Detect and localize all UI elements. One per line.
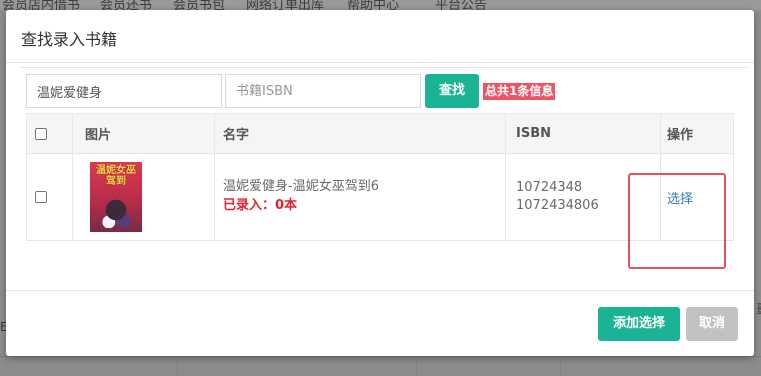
select-all-checkbox[interactable] xyxy=(35,127,47,140)
select-all-cell xyxy=(26,113,73,154)
bg-nav-item: 平台公告 xyxy=(435,0,488,10)
col-image: 图片 xyxy=(72,113,215,154)
image-cell: 温妮女巫驾到 xyxy=(72,153,215,241)
recorded-count: 已录入：0本 xyxy=(223,198,298,213)
col-isbn: ISBN xyxy=(505,113,661,154)
bg-nav-item: 会员还书 xyxy=(100,0,153,10)
find-button[interactable]: 查找 xyxy=(425,74,479,108)
book-name-input[interactable] xyxy=(26,74,222,108)
book-cover-image: 温妮女巫驾到 xyxy=(90,162,142,232)
bg-nav-item: 网络订单出库 xyxy=(246,0,325,10)
cover-illustration xyxy=(98,198,134,228)
bg-nav-item: 会员店内借书 xyxy=(2,0,81,10)
bg-nav-item: 会员书包 xyxy=(173,0,226,10)
bg-nav-item: 帮助中心 xyxy=(347,0,400,10)
col-action: 操作 xyxy=(660,113,734,154)
background-nav: 会员店内借书 会员还书 会员书包 网络订单出库 帮助中心 平台公告 xyxy=(0,0,761,10)
result-count-badge: 总共1条信息 xyxy=(483,83,556,100)
background-table-row xyxy=(0,356,761,376)
col-name: 名字 xyxy=(214,113,506,154)
modal-header: 查找录入书籍 xyxy=(6,10,754,63)
isbn-input[interactable] xyxy=(225,74,421,108)
bg-fragment-right: 畺 xyxy=(756,300,761,317)
footer-divider xyxy=(6,290,754,291)
modal-title: 查找录入书籍 xyxy=(21,30,118,49)
table-header-row: 图片 名字 ISBN 操作 xyxy=(26,113,734,154)
row-checkbox[interactable] xyxy=(35,191,47,203)
annotation-highlight-box xyxy=(628,173,726,269)
name-cell: 温妮爱健身-温妮女巫驾到6 已录入：0本 xyxy=(214,153,506,241)
cover-title: 温妮女巫驾到 xyxy=(96,165,136,187)
book-name: 温妮爱健身-温妮女巫驾到6 xyxy=(223,179,379,194)
divider xyxy=(20,67,747,68)
cancel-button[interactable]: 取消 xyxy=(686,307,738,341)
row-select-cell xyxy=(26,153,73,241)
add-selection-button[interactable]: 添加选择 xyxy=(598,307,680,341)
